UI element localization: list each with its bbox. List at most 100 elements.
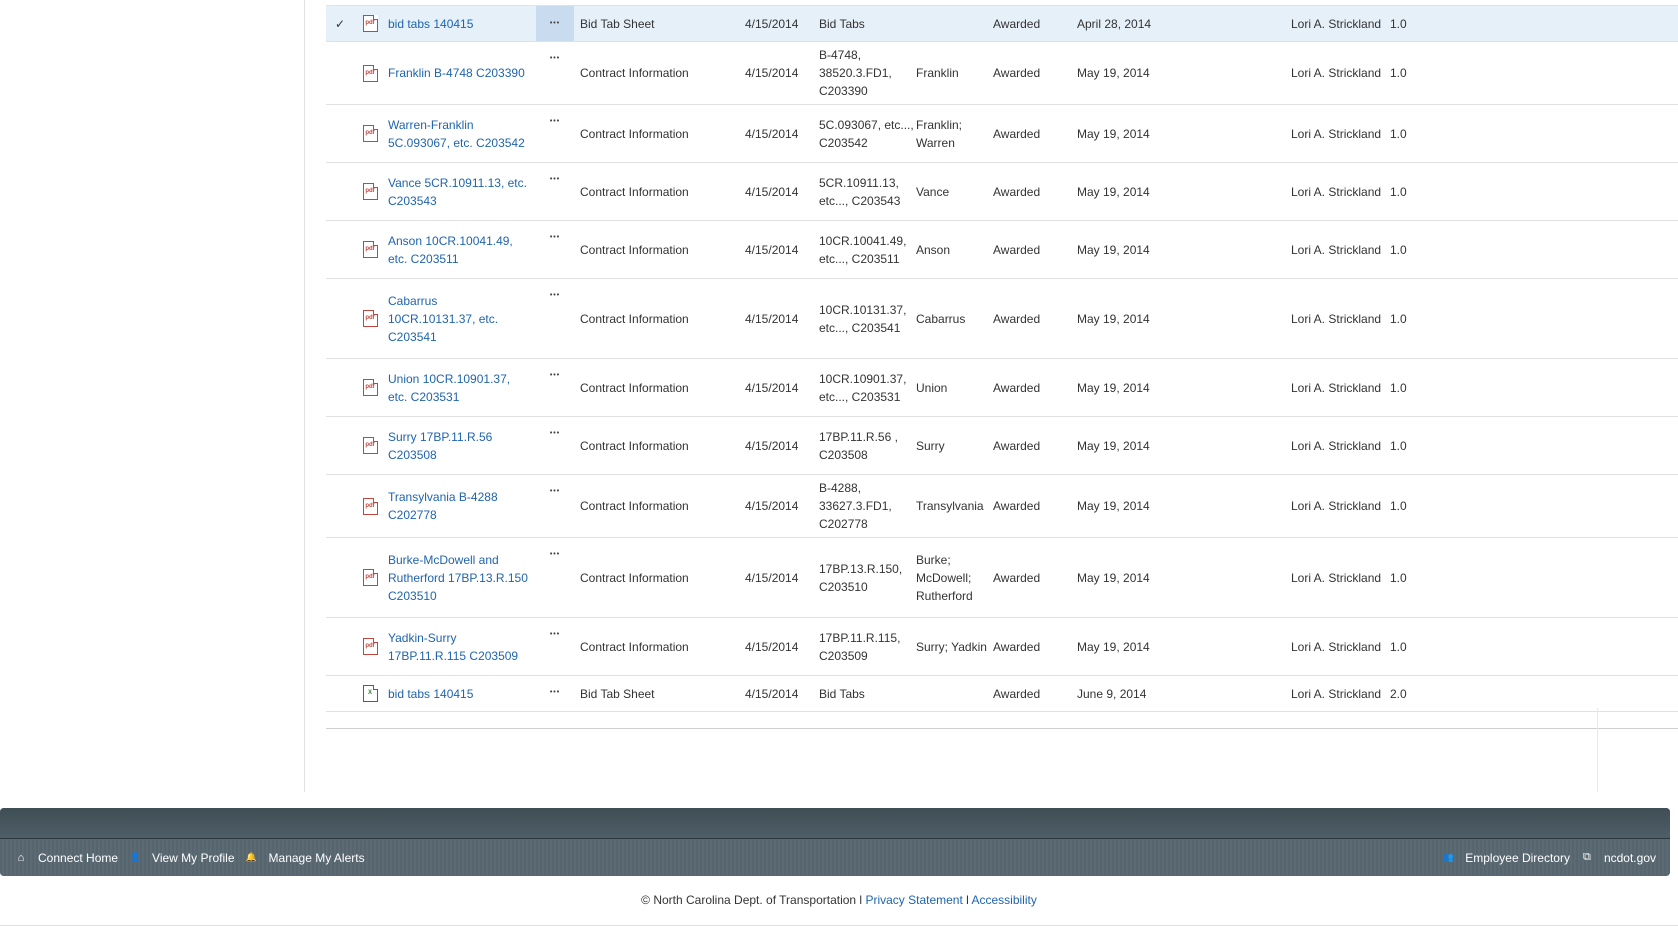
more-options-icon[interactable]: ••• (536, 6, 574, 41)
document-name-link[interactable]: Anson 10CR.10041.49, etc. C203511 (388, 232, 528, 268)
more-options-icon[interactable]: ••• (536, 538, 574, 617)
document-name-link[interactable]: Franklin B-4748 C203390 (388, 64, 525, 82)
version-cell: 1.0 (1390, 16, 1407, 31)
document-date-cell: 4/15/2014 (745, 686, 799, 701)
pdf-file-icon: pdf (362, 437, 378, 454)
document-name-link[interactable]: Union 10CR.10901.37, etc. C203531 (388, 370, 528, 406)
contract-number-cell: 17BP.11.R.115, C203509 (819, 630, 901, 663)
pdf-file-icon: pdf (362, 569, 378, 586)
more-options-icon[interactable]: ••• (536, 42, 574, 104)
let-date-cell: May 19, 2014 (1077, 184, 1150, 199)
document-date-cell: 4/15/2014 (745, 380, 799, 395)
document-date-cell: 4/15/2014 (745, 126, 799, 141)
table-row[interactable]: pdf Anson 10CR.10041.49, etc. C203511 ••• C… (326, 221, 1678, 279)
let-date-cell: April 28, 2014 (1077, 16, 1152, 31)
row-select-checkbox[interactable] (326, 538, 354, 617)
pdf-file-icon: pdf (362, 241, 378, 258)
more-options-icon[interactable]: ••• (536, 279, 574, 358)
document-type-cell: Contract Information (580, 639, 689, 654)
document-name-link[interactable]: Yadkin-Surry 17BP.11.R.115 C203509 (388, 629, 528, 665)
employee-directory-link[interactable]: Employee Directory (1465, 851, 1570, 865)
table-row[interactable]: pdf Cabarrus 10CR.10131.37, etc. C203541 •… (326, 279, 1678, 359)
profile-icon: 👤 (129, 852, 141, 862)
row-select-checkbox[interactable] (326, 676, 354, 711)
more-options-icon[interactable]: ••• (536, 359, 574, 416)
row-select-checkbox[interactable] (326, 105, 354, 162)
pdf-file-icon: pdf (362, 125, 378, 142)
version-cell: 1.0 (1390, 639, 1407, 654)
more-options-icon[interactable]: ••• (536, 618, 574, 675)
manage-my-alerts-link[interactable]: Manage My Alerts (269, 851, 365, 865)
status-cell: Awarded (993, 380, 1041, 395)
document-name-link[interactable]: Transylvania B-4288 C202778 (388, 488, 528, 524)
document-name-link[interactable]: Cabarrus 10CR.10131.37, etc. C203541 (388, 292, 528, 346)
row-select-checkbox[interactable] (326, 417, 354, 474)
contract-number-cell: Bid Tabs (819, 16, 865, 31)
pdf-file-icon: pdf (362, 183, 378, 200)
row-select-checkbox[interactable] (326, 163, 354, 220)
table-row[interactable]: Xbid tabs 140415 ••• Bid Tab Sheet 4/15/201… (326, 676, 1678, 712)
table-row[interactable]: pdf Surry 17BP.11.R.56 C203508 ••• Contract… (326, 417, 1678, 475)
document-name-cell: Cabarrus 10CR.10131.37, etc. C203541 (388, 279, 528, 358)
document-name-link[interactable]: bid tabs 140415 (388, 685, 473, 703)
ncdot-gov-link[interactable]: ncdot.gov (1604, 851, 1656, 865)
file-type-cell: pdf (358, 475, 382, 537)
accessibility-link[interactable]: Accessibility (971, 893, 1036, 907)
document-name-link[interactable]: Vance 5CR.10911.13, etc. C203543 (388, 174, 528, 210)
document-name-link[interactable]: Surry 17BP.11.R.56 C203508 (388, 428, 528, 464)
document-date-cell: 4/15/2014 (745, 16, 799, 31)
view-my-profile-link[interactable]: View My Profile (152, 851, 234, 865)
document-name-link[interactable]: Burke-McDowell and Rutherford 17BP.13.R.… (388, 551, 528, 605)
copyright-text: © North Carolina Dept. of Transportation… (641, 893, 866, 907)
version-cell: 1.0 (1390, 438, 1407, 453)
document-type-cell: Contract Information (580, 570, 689, 585)
county-cell: Franklin (916, 66, 959, 80)
table-row[interactable]: pdf Union 10CR.10901.37, etc. C203531 ••• C… (326, 359, 1678, 417)
more-options-icon[interactable]: ••• (536, 417, 574, 474)
document-type-cell: Contract Information (580, 66, 689, 80)
table-row[interactable]: ✓ pdf bid tabs 140415 ••• Bid Tab Sheet 4/15/… (326, 6, 1678, 42)
connect-home-link[interactable]: Connect Home (38, 851, 118, 865)
file-type-cell: pdf (358, 618, 382, 675)
version-cell: 1.0 (1390, 242, 1407, 257)
row-select-checkbox[interactable]: ✓ (326, 6, 354, 41)
more-options-icon[interactable]: ••• (536, 221, 574, 278)
row-select-checkbox[interactable] (326, 279, 354, 358)
privacy-statement-link[interactable]: Privacy Statement (865, 893, 962, 907)
table-row[interactable]: pdf Burke-McDowell and Rutherford 17BP.13… (326, 538, 1678, 618)
county-cell: Franklin; Warren (916, 117, 963, 150)
row-select-checkbox[interactable] (326, 359, 354, 416)
document-name-link[interactable]: Warren-Franklin 5C.093067, etc. C203542 (388, 116, 528, 152)
row-select-checkbox[interactable] (326, 475, 354, 537)
let-date-cell: May 19, 2014 (1077, 499, 1150, 513)
table-row[interactable]: pdf Yadkin-Surry 17BP.11.R.115 C203509 •••… (326, 618, 1678, 676)
pdf-file-icon: pdf (362, 497, 378, 515)
version-cell: 1.0 (1390, 184, 1407, 199)
document-type-cell: Contract Information (580, 242, 689, 257)
contract-number-cell: B-4288, 33627.3.FD1, C202778 (819, 481, 892, 531)
version-cell: 1.0 (1390, 66, 1407, 80)
document-name-cell: Transylvania B-4288 C202778 (388, 475, 528, 537)
version-cell: 1.0 (1390, 499, 1407, 513)
more-options-icon[interactable]: ••• (536, 105, 574, 162)
status-cell: Awarded (993, 242, 1041, 257)
pdf-file-icon: pdf (362, 64, 378, 82)
table-row[interactable]: pdf Vance 5CR.10911.13, etc. C203543 ••• Co… (326, 163, 1678, 221)
let-date-cell: May 19, 2014 (1077, 242, 1150, 257)
document-type-cell: Contract Information (580, 380, 689, 395)
row-select-checkbox[interactable] (326, 618, 354, 675)
table-row[interactable]: pdf Franklin B-4748 C203390 ••• Contract In… (326, 42, 1678, 105)
row-select-checkbox[interactable] (326, 221, 354, 278)
more-options-icon[interactable]: ••• (536, 475, 574, 537)
excel-file-icon: X (362, 685, 378, 702)
version-cell: 2.0 (1390, 686, 1407, 701)
table-row[interactable]: pdf Warren-Franklin 5C.093067, etc. C2035… (326, 105, 1678, 163)
table-row[interactable]: pdf Transylvania B-4288 C202778 ••• Contrac… (326, 475, 1678, 538)
more-options-icon[interactable]: ••• (536, 676, 574, 711)
bell-icon: 🔔 (245, 852, 258, 862)
document-date-cell: 4/15/2014 (745, 66, 799, 80)
row-select-checkbox[interactable] (326, 42, 354, 104)
document-name-link[interactable]: bid tabs 140415 (388, 15, 473, 33)
status-cell: Awarded (993, 126, 1041, 141)
more-options-icon[interactable]: ••• (536, 163, 574, 220)
